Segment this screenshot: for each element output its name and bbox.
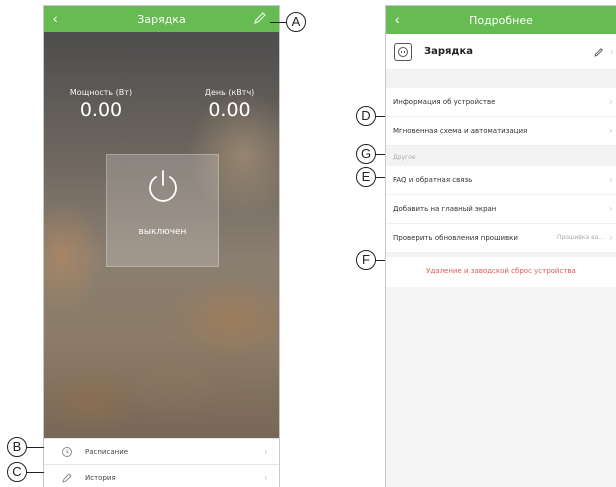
device-info-label: Информация об устройстве <box>393 98 496 106</box>
device-details-screen: ‹ Подробнее Зарядка › Информация об устр… <box>385 5 616 487</box>
section-header: Другое <box>386 146 616 166</box>
callout-c: C <box>7 462 27 482</box>
day-value: 0.00 <box>208 99 251 121</box>
device-name: Зарядка <box>424 46 474 57</box>
power-icon <box>149 170 177 202</box>
power-label: Мощность (Вт) <box>69 88 133 97</box>
callout-e-leader <box>375 177 385 178</box>
callout-d: D <box>356 106 376 126</box>
back-arrow-icon[interactable]: ‹ <box>53 10 58 26</box>
chevron-right-icon: › <box>609 175 612 184</box>
back-arrow-icon[interactable]: ‹ <box>395 11 400 27</box>
power-stat: Мощность (Вт) 0.00 <box>66 88 136 121</box>
chevron-right-icon: › <box>264 473 267 482</box>
device-plug-icon <box>394 43 412 61</box>
history-label: История <box>85 473 116 482</box>
section-other-label: Другое <box>393 154 416 161</box>
day-label: День (кВтч) <box>204 88 255 97</box>
chevron-right-icon: › <box>264 447 267 456</box>
firmware-version-value: Прошивка ва... <box>556 234 604 241</box>
power-value: 0.00 <box>79 99 123 121</box>
power-state-label: выключен <box>138 227 187 237</box>
divider <box>386 253 616 257</box>
scenes-automation-row[interactable]: Мгновенная схема и автоматизация › <box>386 117 616 146</box>
callout-f-leader <box>375 260 385 261</box>
faq-label: FAQ и обратная связь <box>393 176 473 184</box>
firmware-update-row[interactable]: Проверить обновления прошивки Прошивка в… <box>386 224 616 253</box>
device-info-row[interactable]: Информация об устройстве › <box>386 88 616 117</box>
faq-row[interactable]: FAQ и обратная связь › <box>386 166 616 195</box>
day-energy-stat: День (кВтч) 0.00 <box>192 88 267 121</box>
pencil-history-icon <box>62 472 72 483</box>
callout-g: G <box>356 144 376 164</box>
callout-g-leader <box>375 154 385 155</box>
edit-pencil-icon[interactable] <box>594 47 604 57</box>
callout-c-leader <box>26 472 44 473</box>
remove-reset-button[interactable]: Удаление и заводской сброс устройства <box>386 257 616 287</box>
remove-reset-label: Удаление и заводской сброс устройства <box>426 267 576 275</box>
screen-title: Зарядка <box>137 12 186 26</box>
background-photo: Мощность (Вт) 0.00 День (кВтч) 0.00 выкл… <box>44 32 279 440</box>
chevron-right-icon: › <box>609 233 612 242</box>
firmware-update-label: Проверить обновления прошивки <box>393 234 518 242</box>
add-to-home-row[interactable]: Добавить на главный экран › <box>386 195 616 224</box>
chevron-right-icon: › <box>609 97 612 106</box>
device-control-screen: ‹ Зарядка Мощность (Вт) 0.00 День (кВтч)… <box>43 5 280 487</box>
history-row[interactable]: История › <box>44 464 279 487</box>
chevron-right-icon: › <box>609 204 612 213</box>
callout-a-leader <box>270 22 287 23</box>
callout-b-leader <box>26 447 44 448</box>
callout-b: B <box>7 437 27 457</box>
callout-d-leader <box>375 116 385 117</box>
add-to-home-label: Добавить на главный экран <box>393 205 497 213</box>
chevron-right-icon: › <box>610 47 613 56</box>
schedule-label: Расписание <box>85 447 129 456</box>
top-bar: ‹ Зарядка <box>44 6 279 32</box>
empty-area <box>386 287 616 487</box>
top-bar: ‹ Подробнее <box>386 6 616 34</box>
scenes-automation-label: Мгновенная схема и автоматизация <box>393 127 528 135</box>
schedule-row[interactable]: Расписание › <box>44 438 279 464</box>
clock-history-icon <box>62 446 72 457</box>
callout-e: E <box>356 167 376 187</box>
screen-title: Подробнее <box>469 13 533 27</box>
power-toggle-button[interactable]: выключен <box>106 154 219 267</box>
edit-pencil-icon[interactable] <box>253 11 267 25</box>
device-header-row[interactable]: Зарядка › <box>386 34 616 70</box>
divider <box>386 70 616 88</box>
callout-a: A <box>286 12 306 32</box>
callout-f: F <box>356 250 376 270</box>
chevron-right-icon: › <box>609 126 612 135</box>
